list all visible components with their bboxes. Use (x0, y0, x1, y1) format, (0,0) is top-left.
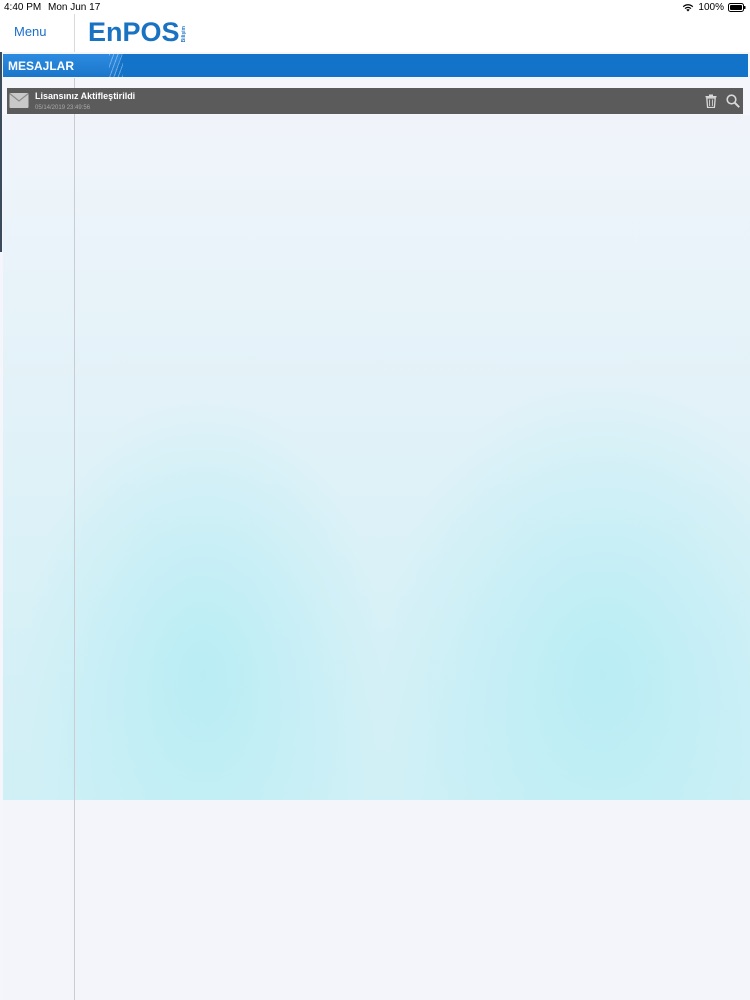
section-title: MESAJLAR (8, 59, 75, 73)
status-time: 4:40 PM (4, 2, 42, 13)
search-icon[interactable] (726, 94, 740, 108)
menu-button[interactable]: Menu (14, 24, 47, 39)
side-divider (74, 78, 75, 1000)
message-title: Lisansınız Aktifleştirildi (35, 91, 136, 101)
trash-icon[interactable] (705, 94, 717, 108)
app-screen: 4:40 PM Mon Jun 17 100% Menu EnPOS Biliş… (0, 0, 750, 1000)
message-date: 05/14/2019 23:49:56 (35, 105, 91, 111)
logo-subtext: Bilişim (180, 25, 187, 42)
logo-text: EnPOS (88, 17, 180, 47)
background-glow (3, 115, 750, 800)
status-right: 100% (682, 2, 746, 13)
mail-icon (9, 93, 29, 108)
nav-divider (74, 14, 75, 52)
status-bar: 4:40 PM Mon Jun 17 100% (0, 0, 750, 14)
battery-icon (728, 3, 746, 12)
enpos-logo: EnPOS Bilişim (88, 17, 187, 47)
background-bottom (3, 800, 750, 1000)
section-stripes (109, 54, 123, 77)
message-row[interactable]: Lisansınız Aktifleştirildi 05/14/2019 23… (7, 88, 743, 114)
battery-percent: 100% (698, 2, 724, 13)
wifi-icon (683, 4, 694, 12)
left-edge (0, 52, 2, 252)
section-header: MESAJLAR (3, 54, 748, 77)
status-date: Mon Jun 17 (48, 2, 101, 13)
navigation-bar: Menu EnPOS Bilişim (0, 14, 750, 52)
